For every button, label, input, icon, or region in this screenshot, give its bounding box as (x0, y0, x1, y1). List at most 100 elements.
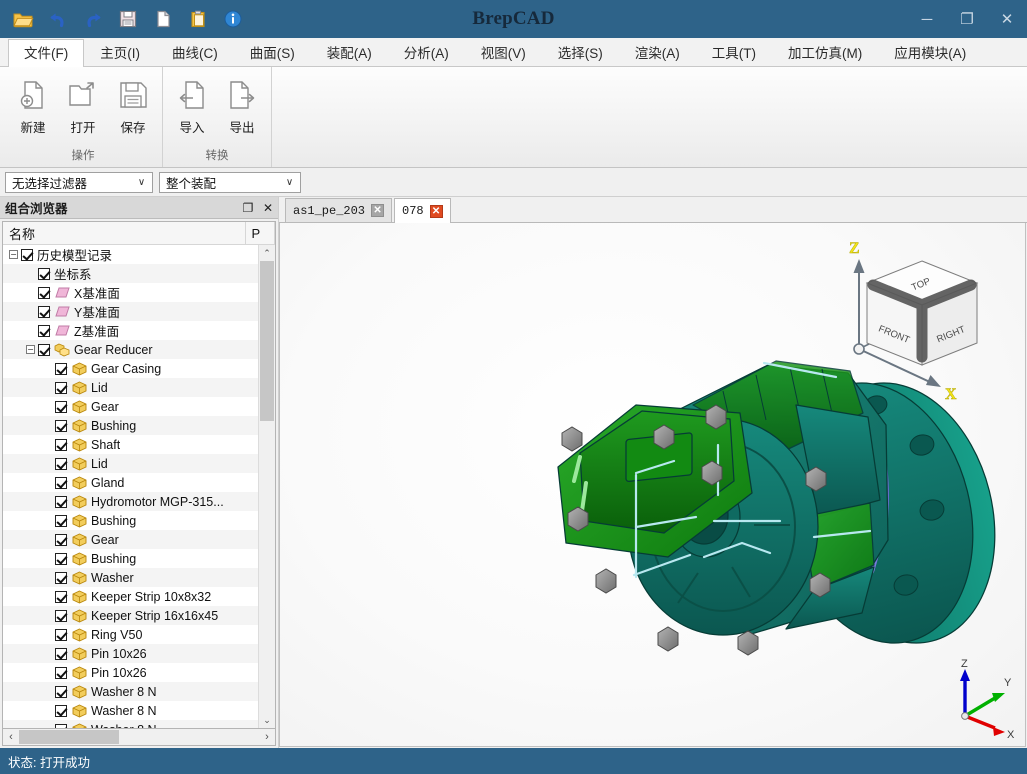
tree-item-checkbox[interactable] (55, 552, 67, 565)
tree-item-checkbox[interactable] (38, 286, 50, 299)
tree-item-checkbox[interactable] (38, 267, 50, 280)
save-icon[interactable] (115, 6, 141, 32)
tree-vertical-scrollbar[interactable]: ⌃ ⌄ (258, 245, 275, 728)
ribbon-tab-11[interactable]: 应用模块(A) (878, 39, 982, 66)
ribbon-tab-10[interactable]: 加工仿真(M) (772, 39, 878, 66)
tree-item-checkbox[interactable] (55, 533, 67, 546)
ribbon-tab-7[interactable]: 选择(S) (542, 39, 619, 66)
tree-item-checkbox[interactable] (55, 723, 67, 728)
tree-item[interactable]: − 历史模型记录 (3, 245, 258, 264)
tree-item-checkbox[interactable] (55, 400, 67, 413)
tree-item[interactable]: Washer (3, 568, 258, 587)
scroll-down-icon[interactable]: ⌄ (259, 712, 275, 728)
undo-icon[interactable] (45, 6, 71, 32)
tree-horizontal-scrollbar[interactable]: ‹ › (2, 729, 276, 746)
ribbon-tab-4[interactable]: 装配(A) (311, 39, 388, 66)
ribbon-tab-2[interactable]: 曲线(C) (156, 39, 234, 66)
panel-close-button[interactable]: ✕ (258, 198, 278, 218)
document-tab-close-icon[interactable]: ✕ (429, 204, 443, 218)
tree-item-checkbox[interactable] (55, 590, 67, 603)
maximize-button[interactable]: ❐ (947, 0, 987, 38)
tree-item-checkbox[interactable] (55, 438, 67, 451)
ribbon-tab-1[interactable]: 主页(I) (84, 39, 156, 66)
tree-item[interactable]: Washer 8 N (3, 720, 258, 728)
import-button[interactable]: 导入 (167, 73, 217, 139)
tree-item-checkbox[interactable] (55, 495, 67, 508)
new-button[interactable]: 新建 (8, 73, 58, 139)
tree-item[interactable]: Washer 8 N (3, 701, 258, 720)
tree-item-checkbox[interactable] (55, 628, 67, 641)
save-button[interactable]: 保存 (108, 73, 158, 139)
tree-hscroll-track[interactable] (19, 729, 259, 745)
ribbon-tab-6[interactable]: 视图(V) (465, 39, 542, 66)
view-cube[interactable]: Z X TOP FRONT RIGHT (837, 231, 1007, 406)
tree-item-checkbox[interactable] (55, 609, 67, 622)
tree-column-name[interactable]: 名称 (3, 222, 246, 244)
tree-item-checkbox[interactable] (55, 647, 67, 660)
tree-item[interactable]: Keeper Strip 16x16x45 (3, 606, 258, 625)
minimize-button[interactable]: ─ (907, 0, 947, 38)
tree-item[interactable]: Bushing (3, 416, 258, 435)
ribbon-tab-5[interactable]: 分析(A) (388, 39, 465, 66)
open-icon[interactable] (10, 6, 36, 32)
selection-filter-dropdown[interactable]: 无选择过滤器 ∨ (5, 171, 153, 193)
tree-item-checkbox[interactable] (55, 476, 67, 489)
tree-scroll-track[interactable] (259, 261, 275, 712)
tree-item-checkbox[interactable] (21, 248, 33, 261)
tree-item-checkbox[interactable] (38, 343, 50, 356)
tree-item[interactable]: Bushing (3, 549, 258, 568)
tree-item[interactable]: Gear (3, 530, 258, 549)
tree-item-checkbox[interactable] (55, 666, 67, 679)
tree-item[interactable]: Keeper Strip 10x8x32 (3, 587, 258, 606)
panel-float-button[interactable]: ❐ (238, 198, 258, 218)
tree-item[interactable]: Pin 10x26 (3, 663, 258, 682)
export-button[interactable]: 导出 (217, 73, 267, 139)
document-tab-1[interactable]: 078 ✕ (394, 198, 451, 223)
tree-item[interactable]: Lid (3, 454, 258, 473)
new-document-icon[interactable] (150, 6, 176, 32)
tree-item[interactable]: − Gear Reducer (3, 340, 258, 359)
tree-collapse-icon[interactable]: − (9, 250, 18, 259)
tree-column-secondary[interactable]: P (246, 222, 275, 244)
tree-item[interactable]: Pin 10x26 (3, 644, 258, 663)
tree-item-checkbox[interactable] (38, 305, 50, 318)
tree-item-checkbox[interactable] (55, 457, 67, 470)
tree-item-checkbox[interactable] (55, 571, 67, 584)
tree-item[interactable]: X基准面 (3, 283, 258, 302)
tree-item-checkbox[interactable] (38, 324, 50, 337)
tree-item[interactable]: Gear (3, 397, 258, 416)
scroll-right-icon[interactable]: › (259, 731, 275, 743)
tree-item[interactable]: Gear Casing (3, 359, 258, 378)
tree-item[interactable]: Shaft (3, 435, 258, 454)
tree-item-checkbox[interactable] (55, 381, 67, 394)
ribbon-tab-3[interactable]: 曲面(S) (234, 39, 311, 66)
tree-item-checkbox[interactable] (55, 704, 67, 717)
redo-icon[interactable] (80, 6, 106, 32)
tree-item[interactable]: Bushing (3, 511, 258, 530)
tree-collapse-icon[interactable]: − (26, 345, 35, 354)
tree-item[interactable]: Hydromotor MGP-315... (3, 492, 258, 511)
tree-item-checkbox[interactable] (55, 419, 67, 432)
scroll-up-icon[interactable]: ⌃ (259, 245, 275, 261)
tree-scroll-thumb[interactable] (260, 261, 274, 421)
info-icon[interactable] (220, 6, 246, 32)
tree-item[interactable]: Ring V50 (3, 625, 258, 644)
scroll-left-icon[interactable]: ‹ (3, 731, 19, 743)
3d-viewport[interactable]: Z X TOP FRONT RIGHT Z Y X (279, 223, 1026, 747)
scope-filter-dropdown[interactable]: 整个装配 ∨ (159, 171, 301, 193)
tree-item-checkbox[interactable] (55, 514, 67, 527)
tree-item[interactable]: 坐标系 (3, 264, 258, 283)
tree-item-checkbox[interactable] (55, 362, 67, 375)
tree-item[interactable]: Lid (3, 378, 258, 397)
open-button[interactable]: 打开 (58, 73, 108, 139)
ribbon-tab-9[interactable]: 工具(T) (696, 39, 772, 66)
clipboard-icon[interactable] (185, 6, 211, 32)
ribbon-tab-8[interactable]: 渲染(A) (619, 39, 696, 66)
tree-item[interactable]: Y基准面 (3, 302, 258, 321)
tree-item[interactable]: Z基准面 (3, 321, 258, 340)
document-tab-close-icon[interactable]: ✕ (371, 204, 385, 217)
tree-item[interactable]: Gland (3, 473, 258, 492)
tree-item[interactable]: Washer 8 N (3, 682, 258, 701)
close-button[interactable]: ✕ (987, 0, 1027, 38)
document-tab-0[interactable]: as1_pe_203 ✕ (285, 198, 393, 222)
